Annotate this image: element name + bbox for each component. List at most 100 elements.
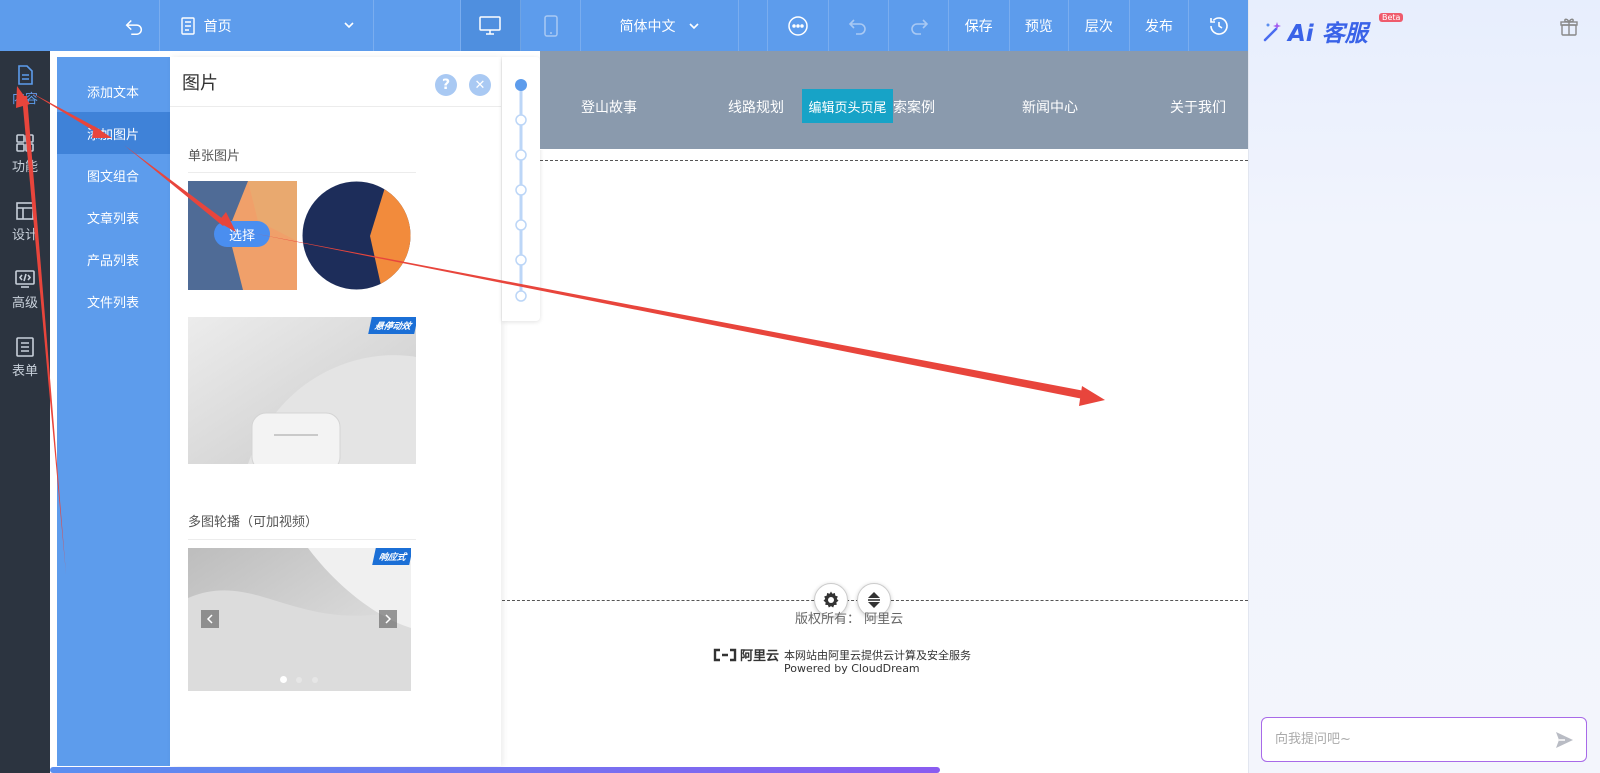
nav-function[interactable]: 功能 <box>0 119 50 187</box>
footer-logo-text: 阿里云 <box>740 649 780 664</box>
ai-chat-input-box <box>1261 717 1587 762</box>
preview-label: 预览 <box>1024 18 1053 35</box>
layers-label: 层次 <box>1084 18 1113 35</box>
submenu-article-list[interactable]: 文章列表 <box>57 196 170 238</box>
nav-content[interactable]: 内容 <box>0 51 50 119</box>
top-toolbar: 首页 简体中文 保存 预览 层次 发布 <box>0 0 1248 51</box>
scroll-slider[interactable] <box>502 57 540 321</box>
gift-button[interactable] <box>1559 17 1579 41</box>
form-icon <box>16 336 34 357</box>
divider <box>188 172 416 173</box>
chevron-left-icon <box>206 614 213 624</box>
submenu-add-text[interactable]: 添加文本 <box>57 70 170 112</box>
ai-chat-input[interactable] <box>1262 718 1532 761</box>
undo-icon <box>849 18 867 35</box>
send-icon[interactable] <box>1554 730 1574 750</box>
language-select[interactable]: 简体中文 <box>581 0 739 51</box>
submenu-image-text[interactable]: 图文组合 <box>57 154 170 196</box>
horizontal-scrollbar[interactable] <box>50 767 940 773</box>
document-icon <box>18 64 33 85</box>
ai-assistant-panel: Ai 客服 Beta <box>1248 0 1600 773</box>
submenu-add-image[interactable]: 添加图片 <box>57 112 170 154</box>
carousel-image-thumb <box>188 548 411 691</box>
submenu-file-list[interactable]: 文件列表 <box>57 280 170 322</box>
site-nav-item[interactable]: 新闻中心 <box>1022 97 1078 117</box>
nav-design[interactable]: 设计 <box>0 187 50 255</box>
grid-icon <box>16 133 34 152</box>
publish-button[interactable]: 发布 <box>1130 0 1190 51</box>
back-arrow-icon <box>125 19 142 35</box>
header-underline <box>540 149 1248 150</box>
layers-button[interactable]: 层次 <box>1069 0 1130 51</box>
image-panel: 图片 ? ✕ 单张图片 选择 悬停动效 多图轮播（可加视频） 响应式 <box>170 57 501 766</box>
slider-track <box>515 79 527 302</box>
code-icon <box>15 269 35 288</box>
page-select[interactable]: 首页 <box>160 0 375 51</box>
language-label: 简体中文 <box>619 18 676 35</box>
chevron-right-icon <box>385 614 392 624</box>
footer-logo: 阿里云 <box>713 645 779 664</box>
desktop-view-button[interactable] <box>461 0 521 51</box>
chevron-down-icon <box>344 22 354 29</box>
footer-copyright: 版权所有： 阿里云 <box>795 612 904 627</box>
carousel-dot-2[interactable] <box>296 677 302 683</box>
carousel-next-button[interactable] <box>379 610 397 628</box>
beta-badge: Beta <box>1379 13 1404 22</box>
layout-icon <box>16 201 34 220</box>
carousel-dot-1[interactable] <box>280 676 287 683</box>
close-button[interactable]: ✕ <box>469 74 491 96</box>
page-icon <box>180 16 195 35</box>
desktop-icon <box>479 15 502 35</box>
nav-form[interactable]: 表单 <box>0 323 50 391</box>
site-nav-item[interactable]: 登山故事 <box>581 97 637 117</box>
edit-header-footer-button[interactable]: 编辑页头页尾 <box>802 89 893 123</box>
carousel-prev-button[interactable] <box>201 610 219 628</box>
more-button[interactable] <box>768 0 829 51</box>
footer-powered-text: Powered by CloudDream <box>784 662 920 675</box>
mobile-view-button[interactable] <box>521 0 582 51</box>
help-button[interactable]: ? <box>435 74 457 96</box>
hover-effect-badge: 悬停动效 <box>368 317 416 334</box>
page-select-label: 首页 <box>203 18 232 35</box>
chevron-down-icon <box>688 22 699 29</box>
image-style-carousel[interactable]: 响应式 <box>188 548 411 691</box>
panel-title: 图片 <box>182 72 218 94</box>
redo-button[interactable] <box>889 0 949 51</box>
divider <box>188 539 416 540</box>
magic-wand-icon <box>1263 22 1281 42</box>
nav-advanced[interactable]: 高级 <box>0 255 50 323</box>
ai-brand: Ai 客服 <box>1288 21 1368 47</box>
up-down-arrow-icon <box>868 592 880 608</box>
earbuds-image-thumb <box>188 317 416 464</box>
undo-button[interactable] <box>829 0 890 51</box>
history-button[interactable] <box>1189 0 1248 51</box>
responsive-badge: 响应式 <box>372 548 411 565</box>
site-nav-item[interactable]: 线路规划 <box>728 97 784 117</box>
content-submenu: 添加文本 添加图片 图文组合 文章列表 产品列表 文件列表 <box>57 57 170 766</box>
nav-function-label: 功能 <box>11 159 38 175</box>
nav-design-label: 设计 <box>11 227 38 243</box>
image-style-hover[interactable]: 悬停动效 <box>188 317 416 464</box>
footer-service-text: 本网站由阿里云提供云计算及安全服务 <box>784 649 971 662</box>
submenu-spacer <box>57 57 170 70</box>
image-style-circle[interactable] <box>302 181 411 290</box>
section-carousel: 多图轮播（可加视频） <box>188 515 319 530</box>
section-single-image: 单张图片 <box>188 149 241 164</box>
preview-button[interactable]: 预览 <box>1010 0 1070 51</box>
back-button[interactable] <box>0 0 160 51</box>
save-button[interactable]: 保存 <box>949 0 1010 51</box>
site-nav-item[interactable]: 索案例 <box>893 97 935 117</box>
site-nav-item[interactable]: 关于我们 <box>1170 97 1226 117</box>
mobile-icon <box>543 14 558 37</box>
select-button[interactable]: 选择 <box>214 221 270 247</box>
nav-content-label: 内容 <box>11 91 38 107</box>
site-header: 登山故事 线路规划 索案例 新闻中心 关于我们 <box>540 51 1248 149</box>
image-style-square[interactable]: 选择 <box>188 181 297 290</box>
circle-image-thumb <box>302 181 411 290</box>
nav-form-label: 表单 <box>11 363 38 379</box>
redo-icon <box>910 18 928 35</box>
history-icon <box>1209 16 1228 35</box>
carousel-dot-3[interactable] <box>312 677 318 683</box>
publish-label: 发布 <box>1145 18 1174 35</box>
submenu-product-list[interactable]: 产品列表 <box>57 238 170 280</box>
